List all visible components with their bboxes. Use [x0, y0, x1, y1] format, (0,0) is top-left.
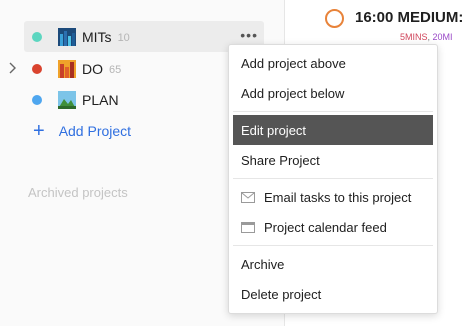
menu-item-delete-project[interactable]: Delete project	[233, 279, 433, 309]
project-thumbnail-icon	[58, 59, 76, 78]
project-task-count: 65	[109, 63, 122, 76]
archived-projects-label[interactable]: Archived projects	[28, 185, 128, 200]
add-project-label: Add Project	[58, 123, 132, 139]
menu-item-label: Add project above	[241, 55, 346, 71]
menu-item-label: Share Project	[241, 152, 320, 168]
project-color-dot	[32, 94, 42, 105]
menu-item-edit-project[interactable]: Edit project	[233, 115, 433, 145]
menu-separator	[233, 245, 433, 246]
menu-item-archive[interactable]: Archive	[233, 249, 433, 279]
task-item[interactable]: 16:00 MEDIUM: 5MINS, 20MI	[325, 7, 463, 47]
calendar-icon	[241, 221, 255, 233]
menu-item-share-project[interactable]: Share Project	[233, 145, 433, 175]
menu-item-label: Project calendar feed	[264, 219, 387, 235]
menu-item-label: Email tasks to this project	[264, 189, 412, 205]
task-checkbox[interactable]	[325, 9, 344, 28]
plus-icon: +	[33, 120, 45, 142]
menu-item-label: Archive	[241, 256, 285, 272]
project-context-menu: Add project above Add project below Edit…	[228, 44, 438, 314]
project-name: DO	[82, 60, 103, 77]
add-project-button[interactable]: + Add Project	[33, 120, 132, 142]
menu-separator	[233, 178, 433, 179]
menu-item-label: Delete project	[241, 286, 322, 302]
menu-item-email-tasks[interactable]: Email tasks to this project	[233, 182, 433, 212]
project-task-count: 10	[117, 31, 130, 44]
menu-item-add-project-above[interactable]: Add project above	[233, 48, 433, 78]
email-icon	[241, 191, 255, 203]
menu-item-add-project-below[interactable]: Add project below	[233, 78, 433, 108]
project-name: MITs	[82, 28, 112, 45]
project-more-button[interactable]: •••	[240, 28, 258, 42]
project-color-dot	[32, 63, 42, 74]
task-label[interactable]: 20MI	[433, 32, 453, 42]
project-name: PLAN	[82, 91, 119, 108]
task-label[interactable]: 5MINS	[400, 32, 428, 42]
task-title: 16:00 MEDIUM:	[355, 9, 463, 26]
project-thumbnail-icon	[58, 27, 76, 46]
task-labels: 5MINS, 20MI	[400, 32, 453, 42]
chevron-right-icon[interactable]	[9, 62, 19, 74]
menu-item-calendar-feed[interactable]: Project calendar feed	[233, 212, 433, 242]
project-color-dot	[32, 31, 42, 42]
project-thumbnail-icon	[58, 90, 76, 109]
menu-separator	[233, 111, 433, 112]
menu-item-label: Edit project	[241, 122, 307, 138]
menu-item-label: Add project below	[241, 85, 345, 101]
